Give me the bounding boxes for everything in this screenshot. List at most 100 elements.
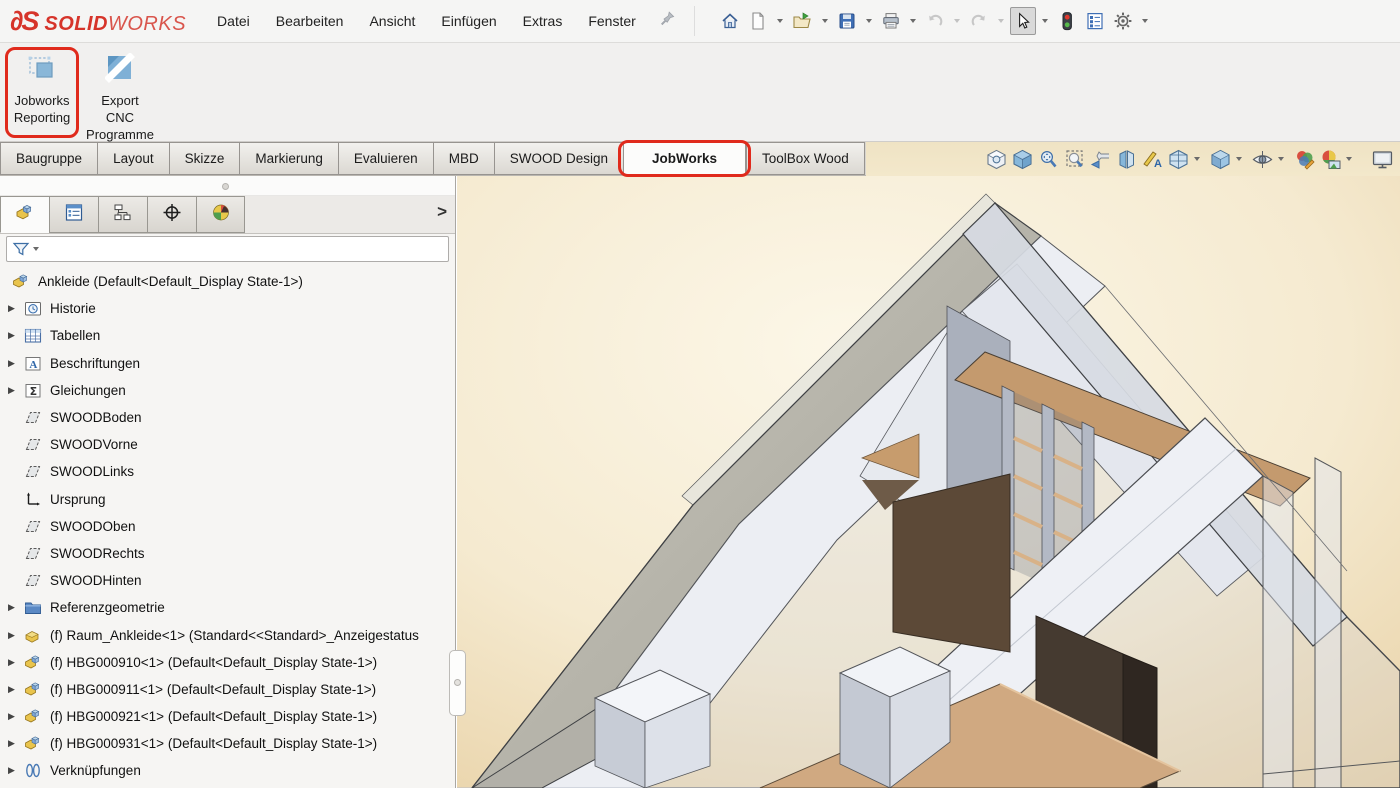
home-button[interactable]	[717, 7, 743, 35]
graphics-area[interactable]	[457, 176, 1400, 788]
undo-button[interactable]	[922, 7, 948, 35]
tab-toolbox-wood[interactable]: ToolBox Wood	[746, 142, 865, 175]
panel-tab-displaymanager[interactable]	[196, 196, 245, 233]
display-style-dropdown-arrow[interactable]	[1236, 157, 1242, 161]
save-dropdown-arrow[interactable]	[866, 19, 872, 23]
select-cursor-button[interactable]	[1010, 7, 1036, 35]
apply-scene-button[interactable]	[1319, 148, 1342, 171]
expand-arrow-icon[interactable]: ▶	[8, 765, 22, 776]
expand-arrow-icon[interactable]: ▶	[8, 684, 22, 695]
save-button[interactable]	[834, 7, 860, 35]
panel-tab-propertymanager[interactable]	[49, 196, 98, 233]
expand-arrow-icon[interactable]: ▶	[8, 602, 22, 613]
apply-scene-dropdown-arrow[interactable]	[1346, 157, 1352, 161]
tab-skizze[interactable]: Skizze	[169, 142, 240, 175]
expand-arrow-icon[interactable]: ▶	[8, 657, 22, 668]
tab-jobworks[interactable]: JobWorks	[623, 142, 746, 175]
orbit-zoom-button[interactable]	[1037, 148, 1060, 171]
rebuild-traffic-light-button[interactable]	[1054, 7, 1080, 35]
menu-datei[interactable]: Datei	[204, 7, 263, 35]
print-button[interactable]	[878, 7, 904, 35]
pushpin-icon[interactable]	[659, 10, 676, 32]
expand-arrow-icon[interactable]: ▶	[8, 358, 22, 369]
tree-item[interactable]: ▶(f) Raum_Ankleide<1> (Standard<<Standar…	[0, 621, 455, 648]
options-gear-button[interactable]	[1110, 7, 1136, 35]
zoom-to-area-button[interactable]	[1011, 148, 1034, 171]
orbit-zoom-icon	[1037, 148, 1060, 171]
options-gear-dropdown-arrow[interactable]	[1142, 19, 1148, 23]
menu-einfügen[interactable]: Einfügen	[428, 7, 509, 35]
menu-ansicht[interactable]: Ansicht	[356, 7, 428, 35]
tree-item-label: SWOODBoden	[50, 410, 142, 425]
print-dropdown-arrow[interactable]	[910, 19, 916, 23]
tree-item[interactable]: ▶SWOODRechts	[0, 540, 455, 567]
expand-arrow-icon[interactable]: ▶	[8, 303, 22, 314]
redo-dropdown-arrow[interactable]	[998, 19, 1004, 23]
edit-appearance-button[interactable]	[1293, 148, 1316, 171]
view-orientation-button[interactable]	[1167, 148, 1190, 171]
new-document-button[interactable]	[745, 7, 771, 35]
expand-arrow-icon[interactable]: ▶	[8, 385, 22, 396]
tab-mbd[interactable]: MBD	[433, 142, 494, 175]
tree-filter-input[interactable]	[6, 236, 449, 262]
expand-arrow-icon[interactable]: ▶	[8, 330, 22, 341]
tree-item[interactable]: ▶SWOODHinten	[0, 567, 455, 594]
panel-tab-dimxpertmanager[interactable]	[147, 196, 196, 233]
menu-extras[interactable]: Extras	[510, 7, 576, 35]
open-dropdown-arrow[interactable]	[822, 19, 828, 23]
panel-tab-configurationmanager[interactable]	[98, 196, 147, 233]
tab-layout[interactable]: Layout	[97, 142, 169, 175]
tree-item[interactable]: ▶SWOODVorne	[0, 431, 455, 458]
expand-arrow-icon[interactable]: ▶	[8, 738, 22, 749]
tree-item[interactable]: ▶(f) HBG000931<1> (Default<Default_Displ…	[0, 730, 455, 757]
tree-item[interactable]: ▶Ursprung	[0, 486, 455, 513]
open-button[interactable]	[789, 7, 816, 35]
jobworks-reporting-button[interactable]: JobworksReporting	[6, 49, 78, 148]
tree-item[interactable]: ▶Referenzgeometrie	[0, 594, 455, 621]
menu-bearbeiten[interactable]: Bearbeiten	[263, 7, 357, 35]
hide-show-items-button[interactable]	[1251, 148, 1274, 171]
hide-show-items-dropdown-arrow[interactable]	[1278, 157, 1284, 161]
panel-splitter-handle[interactable]	[449, 650, 466, 716]
menu-fenster[interactable]: Fenster	[575, 7, 648, 35]
display-style-button[interactable]	[1209, 148, 1232, 171]
expand-arrow-icon[interactable]: ▶	[8, 630, 22, 641]
zoom-selection-icon	[1063, 148, 1086, 171]
tree-item[interactable]: ▶ΣGleichungen	[0, 377, 455, 404]
task-pane-button[interactable]	[1082, 7, 1108, 35]
annotation-visibility-button[interactable]: A	[1141, 148, 1164, 171]
expand-arrow-icon[interactable]: ▶	[8, 711, 22, 722]
tree-item[interactable]: ▶(f) HBG000921<1> (Default<Default_Displ…	[0, 703, 455, 730]
tree-item[interactable]: ▶SWOODLinks	[0, 458, 455, 485]
panel-expand-arrow[interactable]: >	[437, 202, 447, 222]
tree-item[interactable]: ▶Ankleide (Default<Default_Display State…	[0, 268, 455, 295]
tab-evaluieren[interactable]: Evaluieren	[338, 142, 433, 175]
tree-item[interactable]: ▶(f) HBG000910<1> (Default<Default_Displ…	[0, 649, 455, 676]
panel-filter-row	[0, 234, 455, 264]
previous-view-button[interactable]	[1089, 148, 1112, 171]
panel-tab-featuremanager-tree[interactable]	[0, 196, 49, 233]
tab-markierung[interactable]: Markierung	[239, 142, 338, 175]
tree-item[interactable]: ▶SWOODOben	[0, 513, 455, 540]
zoom-selection-button[interactable]	[1063, 148, 1086, 171]
tree-item[interactable]: ▶Historie	[0, 295, 455, 322]
view-orientation-dropdown-arrow[interactable]	[1194, 157, 1200, 161]
select-cursor-dropdown-arrow[interactable]	[1042, 19, 1048, 23]
section-view-button[interactable]	[1115, 148, 1138, 171]
zoom-to-fit-button[interactable]	[985, 148, 1008, 171]
tab-baugruppe[interactable]: Baugruppe	[0, 142, 97, 175]
tree-item[interactable]: ▶Verknüpfungen	[0, 757, 455, 784]
tree-item[interactable]: ▶ABeschriftungen	[0, 350, 455, 377]
tab-swood-design[interactable]: SWOOD Design	[494, 142, 623, 175]
tree-item[interactable]: ▶SWOODBoden	[0, 404, 455, 431]
redo-button[interactable]	[966, 7, 992, 35]
tree-item[interactable]: ▶Tabellen	[0, 322, 455, 349]
tree-item[interactable]: ▶	[0, 785, 455, 788]
view-settings-button[interactable]	[1371, 148, 1394, 171]
tree-item[interactable]: ▶(f) HBG000911<1> (Default<Default_Displ…	[0, 676, 455, 703]
featuremanager-tree-icon	[15, 203, 35, 227]
undo-dropdown-arrow[interactable]	[954, 19, 960, 23]
new-document-dropdown-arrow[interactable]	[777, 19, 783, 23]
export-cnc-button[interactable]: Export CNCProgramme	[84, 49, 156, 148]
panel-top-splitter[interactable]	[0, 176, 455, 196]
